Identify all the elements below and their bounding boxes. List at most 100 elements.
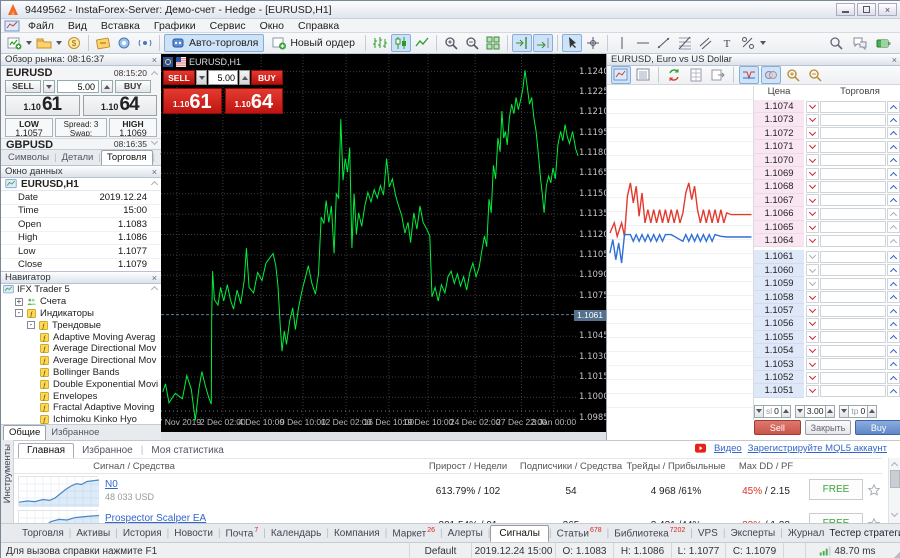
- buy-at-1.1057[interactable]: [887, 305, 900, 317]
- scroll-up-icon[interactable]: [152, 179, 157, 190]
- symbol-name[interactable]: EURUSD: [6, 67, 52, 79]
- hline-icon[interactable]: [633, 34, 653, 52]
- bottom-tab-Активы[interactable]: Активы: [71, 526, 115, 541]
- menu-item-Справка[interactable]: Справка: [291, 20, 346, 32]
- cursor-icon[interactable]: [562, 34, 582, 52]
- buy-at-1.1053[interactable]: [887, 358, 900, 370]
- menu-item-Сервис[interactable]: Сервис: [203, 20, 253, 32]
- tree-item-ifx-trader-5[interactable]: IFX Trader 5: [1, 284, 161, 296]
- sell-at-1.1052[interactable]: [806, 372, 819, 384]
- zoom-in-icon[interactable]: [441, 34, 461, 52]
- chat-icon[interactable]: [850, 34, 870, 52]
- dropdown-caret-icon[interactable]: [56, 41, 62, 45]
- dom-export-icon[interactable]: [708, 66, 728, 84]
- fibo-icon[interactable]: [675, 34, 695, 52]
- status-profile[interactable]: Default: [409, 543, 471, 558]
- dom-spread-icon[interactable]: [739, 66, 759, 84]
- market-watch-icon[interactable]: [93, 34, 113, 52]
- one-click-bid-box[interactable]: 1.10 61: [163, 88, 222, 114]
- volume-decrease-button[interactable]: [43, 80, 55, 93]
- bottom-tab-Статьи[interactable]: Статьи678: [552, 525, 607, 541]
- autotrade-button[interactable]: Авто-торговля: [164, 34, 264, 52]
- bottom-tab-История[interactable]: История: [118, 526, 167, 541]
- sell-at-1.1060[interactable]: [806, 264, 819, 276]
- maximize-button[interactable]: [857, 3, 876, 16]
- video-link[interactable]: Видео: [714, 443, 742, 454]
- sell-button[interactable]: SELL: [5, 80, 41, 93]
- signal-row-n0[interactable]: N048 033 USD613.79% / 102544 968 /61%45%…: [14, 474, 882, 508]
- signal-name-link[interactable]: N0: [105, 479, 118, 490]
- sell-at-1.1055[interactable]: [806, 331, 819, 343]
- dom-sell-button[interactable]: Sell: [754, 420, 801, 435]
- navigator-tab-Общие[interactable]: Общие: [3, 425, 46, 440]
- dom-close-button[interactable]: Закрыть: [805, 420, 852, 435]
- bottom-tab-Новости[interactable]: Новости: [169, 526, 218, 541]
- buy-at-1.1068[interactable]: [887, 181, 900, 193]
- dropdown-caret-icon[interactable]: [26, 41, 32, 45]
- bottom-tab-Сигналы[interactable]: Сигналы: [490, 525, 549, 542]
- close-button[interactable]: ×: [878, 3, 897, 16]
- menu-item-Окно[interactable]: Окно: [253, 20, 291, 32]
- volume-increase-button[interactable]: [101, 80, 113, 93]
- close-icon[interactable]: ×: [152, 273, 157, 283]
- buy-at-1.1071[interactable]: [887, 141, 900, 153]
- dom-trade-cell[interactable]: [820, 278, 886, 290]
- tree-expand-icon[interactable]: -: [27, 321, 35, 329]
- dom-trade-cell[interactable]: [820, 114, 886, 126]
- signal-name-link[interactable]: Prospector Scalper EA: [105, 513, 206, 523]
- one-click-sell-button[interactable]: SELL: [163, 70, 195, 85]
- market-watch-tab-Детали[interactable]: Детали: [57, 151, 99, 165]
- dom-trade-cell[interactable]: [820, 168, 886, 180]
- tree-item-индикаторы[interactable]: -ƒИндикаторы: [1, 308, 161, 320]
- buy-at-1.1069[interactable]: [887, 168, 900, 180]
- buy-at-1.1059[interactable]: [887, 278, 900, 290]
- dom-trade-cell[interactable]: [820, 251, 886, 263]
- channel-icon[interactable]: [696, 34, 716, 52]
- sell-at-1.1069[interactable]: [806, 168, 819, 180]
- dom-stop-loss-value[interactable]: sl0: [764, 405, 781, 418]
- tree-expand-icon[interactable]: +: [15, 298, 23, 306]
- menu-item-Вставка[interactable]: Вставка: [94, 20, 147, 32]
- new-order-button[interactable]: Новый ордер: [265, 34, 361, 52]
- dom-trade-cell[interactable]: [820, 345, 886, 357]
- bottom-tab-Эксперты[interactable]: Эксперты: [725, 526, 780, 541]
- sell-at-1.1053[interactable]: [806, 358, 819, 370]
- scroll-up-icon[interactable]: [152, 284, 161, 295]
- menu-item-Графики[interactable]: Графики: [147, 20, 203, 32]
- close-icon[interactable]: ×: [152, 167, 157, 177]
- dom-grid-icon[interactable]: [686, 66, 706, 84]
- history-center-icon[interactable]: $: [64, 34, 84, 52]
- sell-at-1.1059[interactable]: [806, 278, 819, 290]
- buy-at-1.1051[interactable]: [887, 385, 900, 397]
- sell-at-1.1064[interactable]: [806, 235, 819, 247]
- auto-scroll-icon[interactable]: [533, 34, 553, 52]
- dom-trade-cell[interactable]: [820, 291, 886, 303]
- dom-trade-cell[interactable]: [820, 194, 886, 206]
- bottom-tab-VPS[interactable]: VPS: [693, 526, 723, 541]
- youtube-icon[interactable]: [693, 443, 708, 454]
- decrease-button[interactable]: [839, 405, 849, 418]
- menu-item-Вид[interactable]: Вид: [61, 20, 94, 32]
- dom-zoom-out-icon[interactable]: [805, 66, 825, 84]
- tree-item-счета[interactable]: +Счета: [1, 296, 161, 308]
- tree-expand-icon[interactable]: -: [15, 309, 23, 317]
- signal-price-button[interactable]: FREE: [809, 513, 863, 523]
- signal-row-prospector-scalper-ea[interactable]: Prospector Scalper EA201.54% / 912653 43…: [14, 508, 882, 523]
- toolbox-tab-Главная[interactable]: Главная: [18, 443, 74, 458]
- zoom-out-icon[interactable]: [462, 34, 482, 52]
- sell-at-1.1068[interactable]: [806, 181, 819, 193]
- dom-trade-cell[interactable]: [820, 127, 886, 139]
- buy-at-1.1058[interactable]: [887, 291, 900, 303]
- dom-book-icon[interactable]: [633, 66, 653, 84]
- buy-at-1.1064[interactable]: [887, 235, 900, 247]
- dom-circles-icon[interactable]: [761, 66, 781, 84]
- close-icon[interactable]: ×: [152, 55, 157, 65]
- sell-at-1.1066[interactable]: [806, 208, 819, 220]
- tree-item-envelopes[interactable]: ƒEnvelopes: [1, 390, 161, 402]
- sell-at-1.1071[interactable]: [806, 141, 819, 153]
- sell-at-1.1056[interactable]: [806, 318, 819, 330]
- increase-button[interactable]: [825, 405, 835, 418]
- one-click-volume-increase[interactable]: [239, 70, 250, 85]
- toolbox-tab-Моя статистика[interactable]: Моя статистика: [143, 444, 232, 458]
- dropdown-caret-icon[interactable]: [760, 41, 766, 45]
